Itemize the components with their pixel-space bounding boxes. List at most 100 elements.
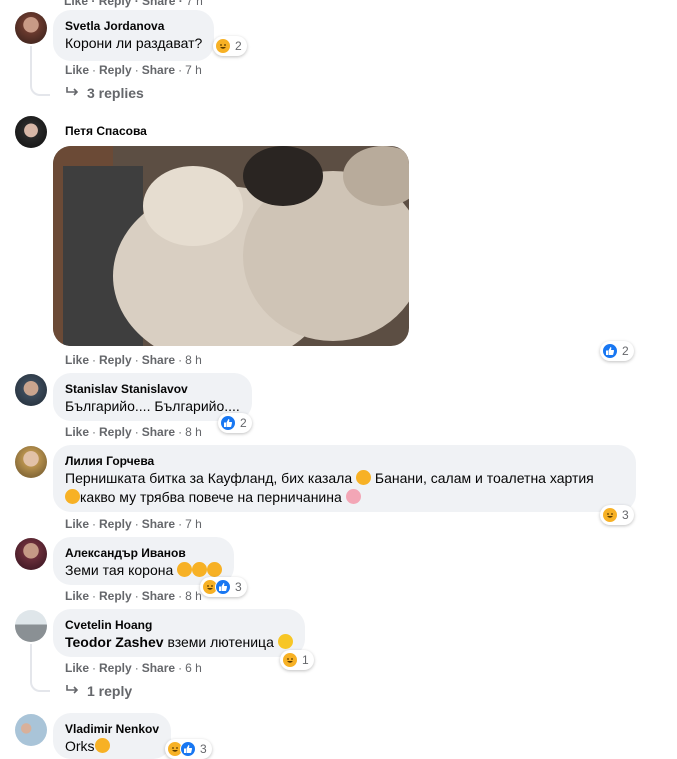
laughing-emoji-icon [94, 738, 110, 753]
like-link[interactable]: Like [65, 589, 89, 603]
avatar[interactable] [15, 116, 47, 148]
share-link[interactable]: Share [142, 353, 175, 367]
reaction-summary[interactable]: 2 [213, 36, 247, 56]
haha-reaction-icon [215, 38, 231, 54]
reaction-count: 2 [240, 416, 247, 430]
like-reaction-icon [602, 343, 618, 359]
avatar[interactable] [15, 538, 47, 570]
comment-actions: Like · Reply · Share · 6 h [65, 661, 202, 675]
previous-comment-actions: Like · Reply · Share · 7 h [64, 0, 203, 8]
reply-link[interactable]: Reply [99, 661, 132, 675]
like-link[interactable]: Like [65, 661, 89, 675]
avatar[interactable] [15, 374, 47, 406]
comment-actions: Like · Reply · Share · 7 h [65, 517, 202, 531]
like-reaction-icon [220, 415, 236, 431]
smile-emoji-icon [277, 634, 293, 649]
haha-reaction-icon [282, 652, 298, 668]
mention-link[interactable]: Teodor Zashev [65, 634, 164, 650]
rofl-emoji-icon [65, 489, 80, 504]
comment-text: Земи тая корона [65, 561, 223, 580]
timestamp[interactable]: 7 h [185, 63, 202, 77]
reply-arrow-icon [65, 85, 81, 101]
reaction-count: 2 [622, 344, 629, 358]
comment-text: Корони ли раздават? [65, 35, 203, 51]
reaction-summary[interactable]: 1 [280, 650, 314, 670]
replies-count: 3 replies [87, 85, 144, 101]
thread-line [30, 46, 50, 96]
avatar[interactable] [15, 446, 47, 478]
comment-text-line: какво му трябва повече на перничанина [65, 488, 624, 507]
like-link[interactable]: Like [65, 517, 89, 531]
like-link[interactable]: Like [65, 353, 89, 367]
timestamp[interactable]: 8 h [185, 589, 202, 603]
haha-reaction-icon [602, 507, 618, 523]
reaction-summary[interactable]: 3 [600, 505, 634, 525]
share-link[interactable]: Share [142, 425, 175, 439]
reply-link[interactable]: Reply [99, 353, 132, 367]
like-reaction-icon [215, 579, 231, 595]
comment-bubble: Vladimir Nenkov Orks [53, 713, 172, 759]
timestamp[interactable]: 8 h [185, 353, 202, 367]
share-link[interactable]: Share [142, 0, 175, 8]
comment-actions: Like · Reply · Share · 8 h [65, 589, 202, 603]
timestamp[interactable]: 7 h [185, 517, 202, 531]
timestamp[interactable]: 6 h [185, 661, 202, 675]
share-link[interactable]: Share [142, 517, 175, 531]
rofl-emoji-icon [207, 562, 223, 577]
comment-author[interactable]: Svetla Jordanova [65, 18, 202, 34]
reply-link[interactable]: Reply [99, 425, 132, 439]
reaction-summary[interactable]: 3 [200, 577, 247, 597]
reaction-count: 3 [622, 508, 629, 522]
comment-bubble: Cvetelin Hoang Teodor Zashev вземи лютен… [53, 609, 305, 657]
laughing-emoji-icon [356, 470, 372, 485]
like-reaction-icon [180, 741, 196, 757]
comment-author[interactable]: Stanislav Stanislavov [65, 381, 240, 397]
reaction-count: 3 [235, 580, 242, 594]
thread-line [30, 644, 50, 692]
reaction-count: 2 [235, 39, 242, 53]
like-link[interactable]: Like [64, 0, 88, 8]
like-link[interactable]: Like [65, 63, 89, 77]
rofl-emoji-icon [177, 562, 193, 577]
comment-text: Orks [65, 737, 159, 756]
gif-image[interactable] [53, 146, 409, 346]
comment-author[interactable]: Лилия Горчева [65, 453, 624, 469]
comment-text: Българийо.... Българийо.... [65, 398, 240, 414]
rofl-emoji-icon [192, 562, 208, 577]
reaction-count: 3 [200, 742, 207, 756]
reaction-count: 1 [302, 653, 309, 667]
comment-text: Пернишката битка за Кауфланд, бих казала… [65, 470, 594, 486]
reply-link[interactable]: Reply [99, 0, 132, 8]
reply-arrow-icon [65, 683, 81, 699]
comment-actions: Like · Reply · Share · 8 h [65, 353, 202, 367]
comment-bubble: Петя Спасова [53, 123, 159, 139]
comment-author[interactable]: Александър Иванов [65, 545, 222, 561]
avatar[interactable] [15, 12, 47, 44]
comment-author[interactable]: Cvetelin Hoang [65, 617, 293, 633]
comment-bubble: Svetla Jordanova Корони ли раздават? [53, 10, 215, 61]
comment-actions: Like · Reply · Share · 8 h [65, 425, 202, 439]
like-link[interactable]: Like [65, 425, 89, 439]
replies-count: 1 reply [87, 683, 133, 699]
view-replies-link[interactable]: 3 replies [65, 85, 144, 101]
avatar[interactable] [15, 714, 47, 746]
share-link[interactable]: Share [142, 589, 175, 603]
reply-link[interactable]: Reply [99, 63, 132, 77]
view-replies-link[interactable]: 1 reply [65, 683, 132, 699]
comment-author[interactable]: Петя Спасова [65, 123, 147, 139]
comment-text: Teodor Zashev вземи лютеница [65, 633, 293, 652]
reply-link[interactable]: Reply [99, 589, 132, 603]
avatar[interactable] [15, 610, 47, 642]
comment-bubble: Лилия Горчева Пернишката битка за Кауфла… [53, 445, 636, 512]
reaction-summary[interactable]: 2 [218, 413, 252, 433]
timestamp: 7 h [186, 0, 203, 8]
comment-author[interactable]: Vladimir Nenkov [65, 721, 159, 737]
share-link[interactable]: Share [142, 661, 175, 675]
timestamp[interactable]: 8 h [185, 425, 202, 439]
reaction-summary[interactable]: 2 [600, 341, 634, 361]
reaction-summary[interactable]: 3 [165, 739, 212, 759]
reply-link[interactable]: Reply [99, 517, 132, 531]
share-link[interactable]: Share [142, 63, 175, 77]
person-emoji-icon [345, 489, 361, 504]
comment-actions: Like · Reply · Share · 7 h [65, 63, 202, 77]
